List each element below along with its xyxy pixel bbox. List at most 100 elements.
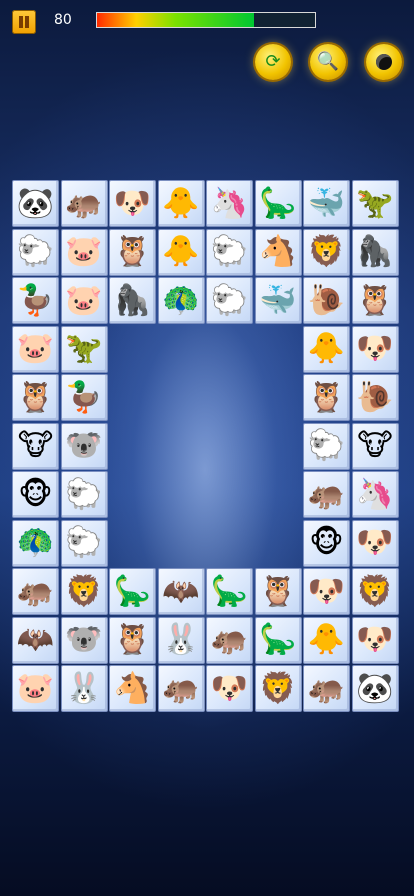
sheep-icon: 🐑 [16, 234, 55, 269]
dog-icon: 🐶 [356, 525, 394, 560]
tile-hippo[interactable]: 🦛 [157, 665, 205, 712]
tile-dog[interactable]: 🐶 [303, 568, 350, 615]
sheep-icon: 🐑 [210, 234, 249, 269]
pause-button[interactable] [12, 10, 36, 34]
shuffle-button[interactable]: ⟳ [255, 44, 291, 80]
tile-cow[interactable]: 🐮 [351, 422, 399, 470]
owl-icon: 🦉 [307, 379, 346, 415]
tile-pig[interactable]: 🐷 [60, 277, 108, 324]
tile-whale[interactable]: 🐳 [254, 277, 302, 324]
tile-dog[interactable]: 🐶 [351, 325, 399, 373]
tile-sheep[interactable]: 🐑 [303, 422, 350, 470]
tile-sheep[interactable]: 🐑 [206, 228, 253, 276]
tile-lion[interactable]: 🦁 [254, 665, 302, 712]
hippo-icon: 🦛 [210, 622, 249, 657]
tile-hippo[interactable]: 🦛 [303, 665, 350, 712]
tile-peacock[interactable]: 🦚 [12, 519, 59, 567]
chick-icon: 🐥 [162, 234, 200, 269]
tile-seahorse[interactable]: 🦄 [351, 471, 399, 518]
tile-snail[interactable]: 🐌 [303, 277, 350, 324]
sheep-icon: 🐑 [307, 428, 346, 463]
tile-panda[interactable]: 🐼 [12, 180, 59, 227]
tile-duck[interactable]: 🦆 [12, 277, 59, 324]
stegosaurus-icon: 🦕 [259, 185, 297, 221]
dog-icon: 🐶 [113, 185, 152, 221]
dino-icon: 🦖 [65, 331, 103, 366]
dog-icon: 🐶 [307, 573, 346, 609]
tile-owl[interactable]: 🦉 [351, 277, 399, 324]
hippo-icon: 🦛 [162, 670, 200, 706]
tile-dog[interactable]: 🐶 [206, 665, 253, 712]
tile-cow[interactable]: 🐮 [12, 422, 59, 470]
tile-owl[interactable]: 🦉 [303, 374, 350, 421]
tile-seahorse[interactable]: 🦄 [206, 180, 253, 227]
tile-stegosaurus[interactable]: 🦕 [254, 616, 302, 664]
koala-icon: 🐨 [65, 622, 103, 657]
tile-pig[interactable]: 🐷 [12, 665, 59, 712]
tile-chick[interactable]: 🐥 [303, 616, 350, 664]
tile-bat[interactable]: 🦇 [12, 616, 59, 664]
tile-sheep[interactable]: 🐑 [60, 519, 108, 567]
tile-snail[interactable]: 🐌 [351, 374, 399, 421]
tile-koala[interactable]: 🐨 [60, 616, 108, 664]
dog-icon: 🐶 [356, 331, 394, 366]
tile-monkey[interactable]: 🐵 [303, 519, 350, 567]
tile-dino[interactable]: 🦖 [60, 325, 108, 373]
tile-panda[interactable]: 🐼 [351, 665, 399, 712]
tile-dino[interactable]: 🦖 [351, 180, 399, 227]
tile-dog[interactable]: 🐶 [109, 180, 156, 227]
tile-gorilla[interactable]: 🦍 [351, 228, 399, 276]
tile-stegosaurus[interactable]: 🦕 [254, 180, 302, 227]
tile-chick[interactable]: 🐥 [157, 180, 205, 227]
owl-icon: 🦉 [259, 573, 297, 609]
lion-icon: 🦁 [65, 573, 103, 609]
tile-whale[interactable]: 🐳 [303, 180, 350, 227]
tile-stegosaurus[interactable]: 🦕 [206, 568, 253, 615]
bomb-button[interactable] [366, 44, 402, 80]
tile-koala[interactable]: 🐨 [60, 422, 108, 470]
tile-lion[interactable]: 🦁 [60, 568, 108, 615]
time-bar [96, 12, 316, 28]
tile-pig[interactable]: 🐷 [12, 325, 59, 373]
tile-horse[interactable]: 🐴 [254, 228, 302, 276]
tile-owl[interactable]: 🦉 [109, 228, 156, 276]
tile-chick[interactable]: 🐥 [157, 228, 205, 276]
tile-sheep[interactable]: 🐑 [206, 277, 253, 324]
tile-stegosaurus[interactable]: 🦕 [109, 568, 156, 615]
dog-icon: 🐶 [210, 670, 249, 706]
tile-rabbit[interactable]: 🐰 [60, 665, 108, 712]
tile-bat[interactable]: 🦇 [157, 568, 205, 615]
sheep-icon: 🐑 [210, 282, 249, 318]
hippo-icon: 🦛 [307, 670, 346, 706]
tile-duck[interactable]: 🦆 [60, 374, 108, 421]
tile-hippo[interactable]: 🦛 [60, 180, 108, 227]
tile-owl[interactable]: 🦉 [12, 374, 59, 421]
chick-icon: 🐥 [307, 331, 346, 366]
tile-rabbit[interactable]: 🐰 [157, 616, 205, 664]
tile-hippo[interactable]: 🦛 [303, 471, 350, 518]
tile-sheep[interactable]: 🐑 [12, 228, 59, 276]
tile-lion[interactable]: 🦁 [351, 568, 399, 615]
hint-button[interactable]: 🔍 [310, 44, 346, 80]
tile-pig[interactable]: 🐷 [60, 228, 108, 276]
tile-chick[interactable]: 🐥 [303, 325, 350, 373]
tile-hippo[interactable]: 🦛 [206, 616, 253, 664]
tile-sheep[interactable]: 🐑 [60, 471, 108, 518]
sheep-icon: 🐑 [65, 476, 103, 512]
tile-horse[interactable]: 🐴 [109, 665, 156, 712]
tile-peacock[interactable]: 🦚 [157, 277, 205, 324]
tile-dog[interactable]: 🐶 [351, 616, 399, 664]
tile-owl[interactable]: 🦉 [109, 616, 156, 664]
cow-icon: 🐮 [357, 428, 393, 463]
tile-monkey[interactable]: 🐵 [12, 471, 59, 518]
tile-owl[interactable]: 🦉 [254, 568, 302, 615]
tile-hippo[interactable]: 🦛 [12, 568, 59, 615]
tile-gorilla[interactable]: 🦍 [109, 277, 156, 324]
koala-icon: 🐨 [65, 428, 103, 463]
horse-icon: 🐴 [113, 670, 152, 706]
pig-icon: 🐷 [65, 234, 103, 269]
score-value: 80 [54, 12, 72, 28]
tile-dog[interactable]: 🐶 [351, 519, 399, 567]
bomb-icon [376, 54, 392, 70]
tile-lion[interactable]: 🦁 [303, 228, 350, 276]
